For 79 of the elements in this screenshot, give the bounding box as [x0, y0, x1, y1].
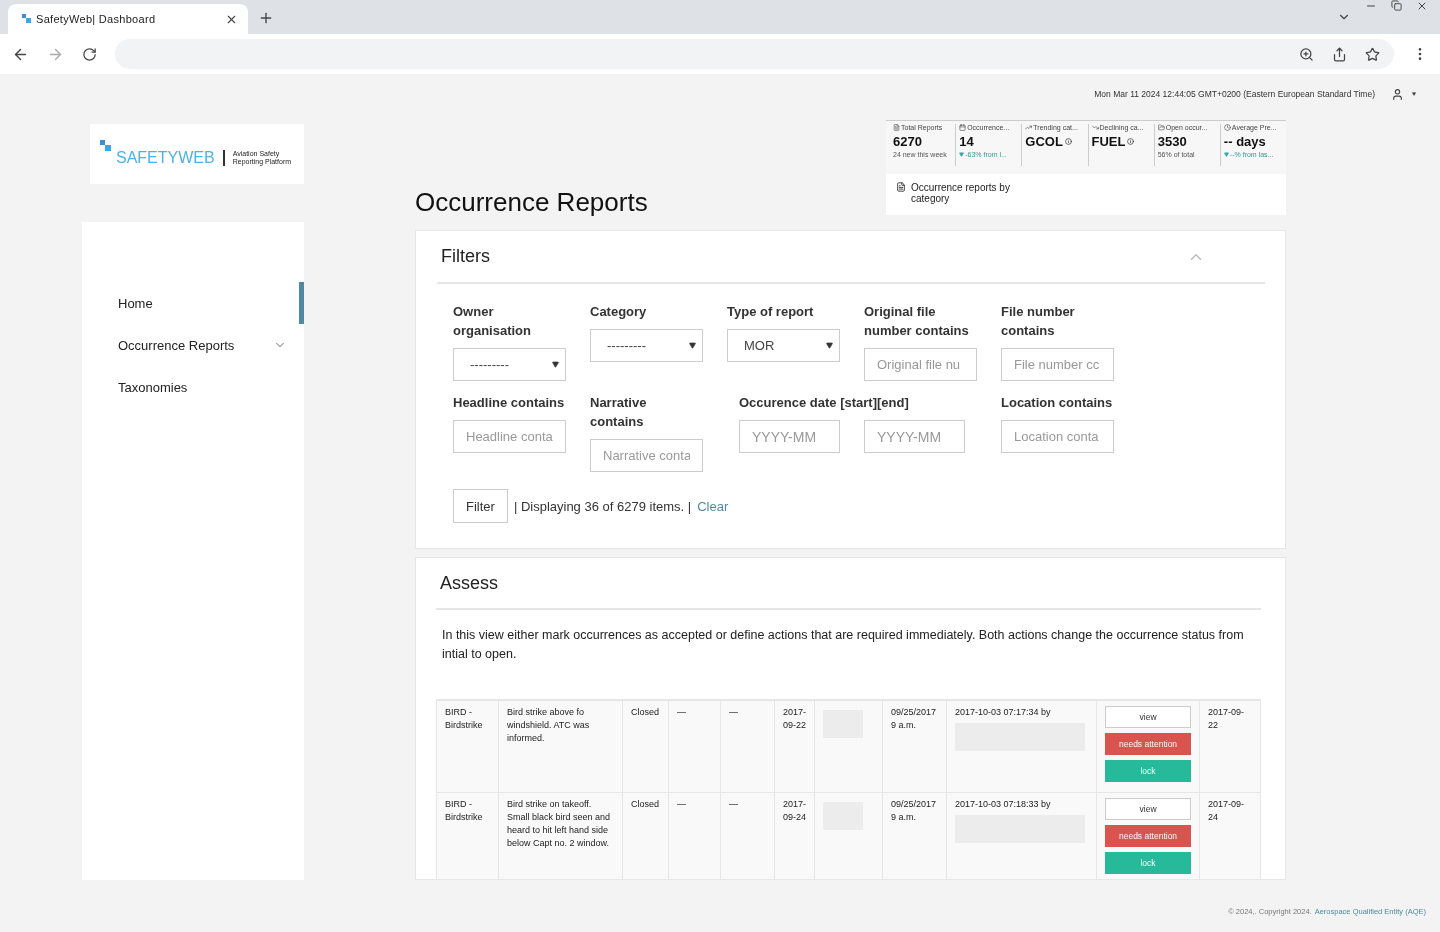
- input-field[interactable]: Headline conta: [453, 420, 566, 453]
- user-icon[interactable]: [1391, 87, 1404, 101]
- table-cell: 09/25/2017 9 a.m.: [882, 700, 947, 793]
- result-count: | Displaying 36 of 6279 items. |: [513, 498, 692, 514]
- document-icon: [893, 124, 900, 131]
- field-label: File number contains: [1001, 303, 1076, 340]
- nav-item[interactable]: Home: [82, 282, 304, 324]
- field-label: Narrative contains: [590, 394, 648, 431]
- table-cell-text: 2017-10-03 07:18:33 by: [955, 798, 1052, 811]
- star-icon[interactable]: [1365, 46, 1380, 62]
- action-button[interactable]: view: [1105, 798, 1192, 820]
- field-label: Original file number contains: [864, 303, 970, 340]
- table-cell: Closed: [622, 700, 669, 793]
- stat-value: 3530: [1157, 134, 1188, 149]
- logo-icon: [22, 14, 32, 24]
- reload-icon[interactable]: [82, 46, 97, 62]
- new-tab-icon[interactable]: [258, 10, 274, 26]
- caret-icon: [826, 342, 833, 349]
- select-field[interactable]: ---------: [453, 348, 566, 381]
- input-field[interactable]: File number cc: [1001, 348, 1114, 381]
- close-icon[interactable]: [1416, 0, 1428, 12]
- zoom-icon[interactable]: [1299, 46, 1314, 62]
- info-icon: [1064, 138, 1072, 145]
- calendar-icon: [959, 124, 967, 131]
- table-cell: BIRD - Birdstrike: [436, 700, 499, 793]
- description: In this view either mark occurrences as accepted or define actions that are required immediately. Both actions change the occurrence status from intial to open.: [442, 627, 1245, 663]
- input-field[interactable]: Original file nu: [864, 348, 977, 381]
- share-icon[interactable]: [1332, 46, 1347, 62]
- input-field[interactable]: Location conta: [1001, 420, 1114, 453]
- arrow-up-icon: [1025, 124, 1033, 131]
- action-button[interactable]: view: [1105, 706, 1192, 728]
- nav-item[interactable]: Occurrence Reports: [82, 324, 304, 366]
- action-button[interactable]: needs attention: [1105, 733, 1192, 755]
- table-cell: Bird strike above fo windshield. ATC was informed.: [498, 700, 623, 793]
- stat-value: 14: [959, 134, 975, 149]
- logo-wordmark: SAFETYWEB: [116, 149, 215, 167]
- stat-value: 6270: [893, 134, 923, 149]
- caret-icon: [552, 361, 559, 368]
- page-title: Occurrence Reports: [415, 187, 648, 218]
- stat-value: -- days: [1223, 134, 1267, 149]
- stat-value: GCOL: [1025, 134, 1085, 149]
- field-label: Category: [590, 303, 648, 321]
- restore-icon[interactable]: [1391, 0, 1402, 11]
- panel-title: Assess: [440, 572, 499, 594]
- action-button[interactable]: needs attention: [1105, 825, 1192, 847]
- info-icon: [1127, 138, 1135, 145]
- caret-icon: [689, 342, 696, 349]
- folder-icon: [1157, 124, 1165, 131]
- logo-icon: [100, 140, 112, 152]
- field-label: Location contains: [1001, 394, 1114, 412]
- table-cell-text: 2017-10-03 07:17:34 by: [955, 706, 1052, 719]
- nav-item[interactable]: Taxonomies: [82, 366, 304, 408]
- document-icon: [896, 182, 906, 192]
- clear-link[interactable]: Clear: [697, 498, 729, 514]
- down-triangle-icon: [1223, 152, 1229, 157]
- field-label: Headline contains: [453, 394, 566, 412]
- down-triangle-icon: [959, 152, 965, 157]
- table-cell: 2017-09-22: [774, 700, 815, 793]
- table-cell: —: [720, 700, 775, 793]
- table-cell: 2017-09-22: [1199, 700, 1261, 793]
- caret-icon[interactable]: [1412, 92, 1416, 96]
- date-time: Mon Mar 11 2024 12:44:05 GMT+0200 (Eastern European Standard Time): [1094, 89, 1375, 99]
- filter-button[interactable]: Filter: [453, 489, 508, 523]
- card-title: Occurrence reports by category: [911, 182, 1011, 204]
- tab-title: SafetyWeb| Dashboard: [36, 13, 157, 25]
- table-cell: —: [668, 700, 721, 793]
- field-label: Type of report: [727, 303, 815, 321]
- stat-value: FUEL: [1091, 134, 1151, 149]
- panel-title: Filters: [441, 246, 490, 267]
- browser-tab[interactable]: SafetyWeb| Dashboard: [8, 4, 248, 34]
- date-field[interactable]: YYYY-MM: [739, 420, 840, 453]
- table-cell: BIRD - Birdstrike: [436, 792, 499, 879]
- date-field[interactable]: YYYY-MM: [864, 420, 965, 453]
- arrow-down-icon: [1091, 124, 1099, 131]
- select-field[interactable]: ---------: [590, 329, 703, 362]
- field-label: Owner organisation: [453, 303, 532, 340]
- clock-icon: [1223, 124, 1231, 131]
- select-field[interactable]: MOR: [727, 329, 840, 362]
- field-label: Occurence date [start][end]: [739, 394, 910, 412]
